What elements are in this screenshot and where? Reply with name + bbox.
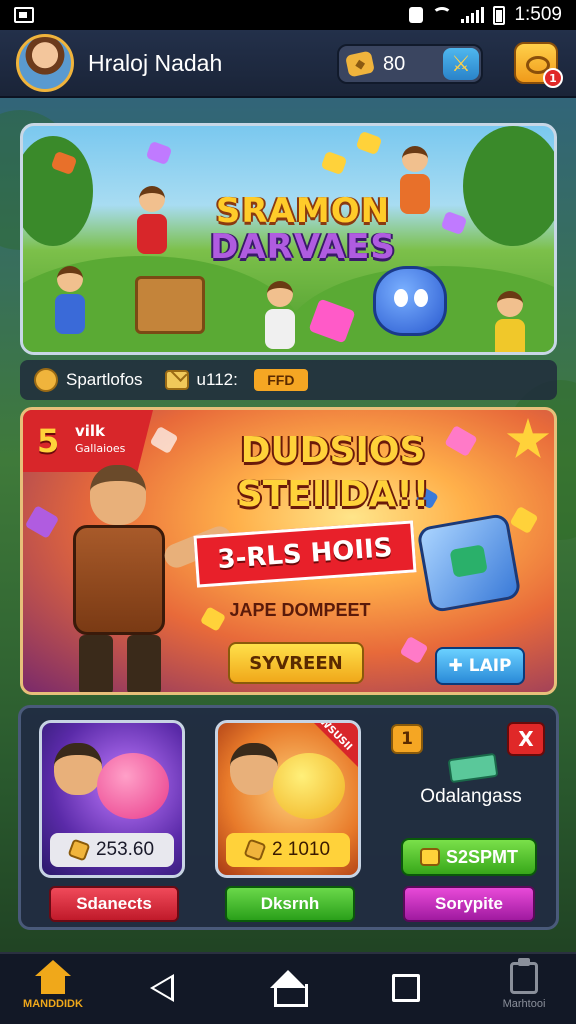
count-badge[interactable]: 1 bbox=[391, 724, 423, 754]
event-info-row[interactable]: Spartlofos u112: FFD bbox=[20, 360, 557, 400]
nav-match-tab[interactable]: Marhtooi bbox=[484, 958, 564, 1010]
pink-pet-icon bbox=[97, 753, 169, 819]
nav-match-label: Marhtooi bbox=[502, 998, 546, 1010]
plus-icon: ✚ bbox=[448, 656, 463, 676]
bottom-navigation: MANDDIDK Marhtooi bbox=[0, 952, 576, 1024]
recent-apps-button[interactable] bbox=[392, 974, 420, 1002]
gem-icon bbox=[399, 635, 429, 665]
coin-icon bbox=[67, 838, 91, 862]
shop-item-2-price: 2 1010 bbox=[226, 833, 350, 867]
start-button-label: S2SPMT bbox=[445, 846, 519, 867]
gem-icon bbox=[320, 150, 348, 176]
hero-character bbox=[45, 465, 235, 692]
signal-icon bbox=[461, 7, 485, 23]
status-bar: 1:509 bbox=[0, 0, 576, 30]
back-button[interactable] bbox=[150, 974, 174, 1002]
character-figure bbox=[398, 146, 432, 216]
coin-balance: ◆ 80 ⚔ bbox=[337, 44, 483, 84]
gem-icon bbox=[440, 210, 468, 236]
promo-secondary-label: LAIP bbox=[468, 656, 512, 676]
character-portrait bbox=[230, 743, 278, 795]
character-figure bbox=[53, 266, 87, 336]
gem-icon bbox=[355, 130, 383, 156]
offer-subtitle: Gallaioes bbox=[75, 442, 126, 455]
top-header: Hraloj Nadah ◆ 80 ⚔ 1 bbox=[0, 30, 576, 98]
offer-title: vilk bbox=[75, 422, 106, 440]
game-logo: SRAMON DARVAES bbox=[208, 191, 398, 267]
shop-item-2-button[interactable]: Dksrnh bbox=[225, 886, 355, 922]
wifi-icon bbox=[432, 7, 453, 23]
event-label: Spartlofos bbox=[66, 370, 143, 389]
promo-secondary-button[interactable]: ✚ LAIP bbox=[435, 647, 525, 685]
status-time: 1:509 bbox=[514, 4, 562, 25]
add-coins-button[interactable]: ⚔ bbox=[443, 48, 479, 80]
screenshot-icon bbox=[14, 7, 34, 23]
start-button[interactable]: S2SPMT bbox=[401, 838, 537, 876]
game-logo-line1: SRAMON bbox=[215, 191, 391, 231]
player-name: Hraloj Nadah bbox=[88, 49, 223, 76]
gem-icon bbox=[145, 140, 173, 166]
event-pill[interactable]: FFD bbox=[253, 369, 308, 391]
character-figure bbox=[135, 186, 169, 256]
shop-item-2[interactable]: WSUSII 2 1010 bbox=[215, 720, 361, 878]
promo-primary-button[interactable]: SYVREEN bbox=[228, 642, 364, 684]
nav-home-label: MANDDIDK bbox=[23, 998, 83, 1010]
exchange-button[interactable]: Sorypite bbox=[403, 886, 535, 922]
shop-item-1-price: 253.60 bbox=[50, 833, 174, 867]
close-button[interactable]: X bbox=[507, 722, 545, 756]
coin-amount: 80 bbox=[383, 52, 406, 75]
character-figure bbox=[493, 291, 527, 352]
clipboard-icon bbox=[510, 958, 538, 994]
coin-icon bbox=[243, 838, 267, 862]
featured-game-banner[interactable]: SRAMON DARVAES bbox=[20, 123, 557, 355]
yellow-pet-icon bbox=[273, 753, 345, 819]
gem-icon bbox=[509, 505, 539, 535]
character-figure bbox=[263, 281, 297, 351]
tree-decoration bbox=[463, 126, 554, 246]
promo-banner[interactable]: 5 vilk Gallaioes DUDSIOS STEIIDA!! 3-RLS… bbox=[20, 407, 557, 695]
player-avatar[interactable] bbox=[16, 34, 74, 92]
offer-number: 5 bbox=[37, 422, 60, 460]
gem-icon bbox=[149, 425, 179, 455]
notification-badge: 1 bbox=[543, 68, 563, 88]
shop-panel: 253.60 WSUSII 2 1010 1 X Odalangass S2SP… bbox=[18, 705, 559, 930]
home-button[interactable] bbox=[270, 970, 308, 1007]
blue-monster bbox=[373, 266, 447, 336]
coin-icon bbox=[419, 848, 440, 866]
promo-title-line1: DUDSIOS bbox=[240, 430, 426, 471]
coin-icon: ◆ bbox=[344, 50, 376, 78]
shop-item-1-price-value: 253.60 bbox=[95, 839, 155, 860]
coin-icon bbox=[34, 368, 58, 392]
mail-icon bbox=[164, 370, 189, 390]
battery-icon bbox=[493, 5, 506, 25]
nav-home-tab[interactable]: MANDDIDK bbox=[18, 960, 88, 1010]
shop-item-2-price-value: 2 1010 bbox=[271, 839, 331, 860]
promo-subtitle: JAPE DOMPEET bbox=[229, 600, 371, 620]
treasure-crate bbox=[135, 276, 205, 334]
exchange-label: Odalangass bbox=[420, 786, 522, 807]
shop-item-1-button[interactable]: Sdanects bbox=[49, 886, 179, 922]
ticket-icon bbox=[447, 752, 499, 784]
event-value: u112: bbox=[196, 370, 238, 389]
house-icon bbox=[35, 960, 71, 994]
character-portrait bbox=[54, 743, 102, 795]
shop-item-1[interactable]: 253.60 bbox=[39, 720, 185, 878]
notification-icon bbox=[409, 7, 424, 23]
status-icons: 1:509 bbox=[409, 4, 562, 26]
game-logo-line2: DARVAES bbox=[210, 227, 396, 267]
promo-title-line2: STEIIDA!! bbox=[236, 474, 430, 515]
star-icon bbox=[506, 418, 550, 459]
mystery-cube bbox=[416, 512, 522, 614]
